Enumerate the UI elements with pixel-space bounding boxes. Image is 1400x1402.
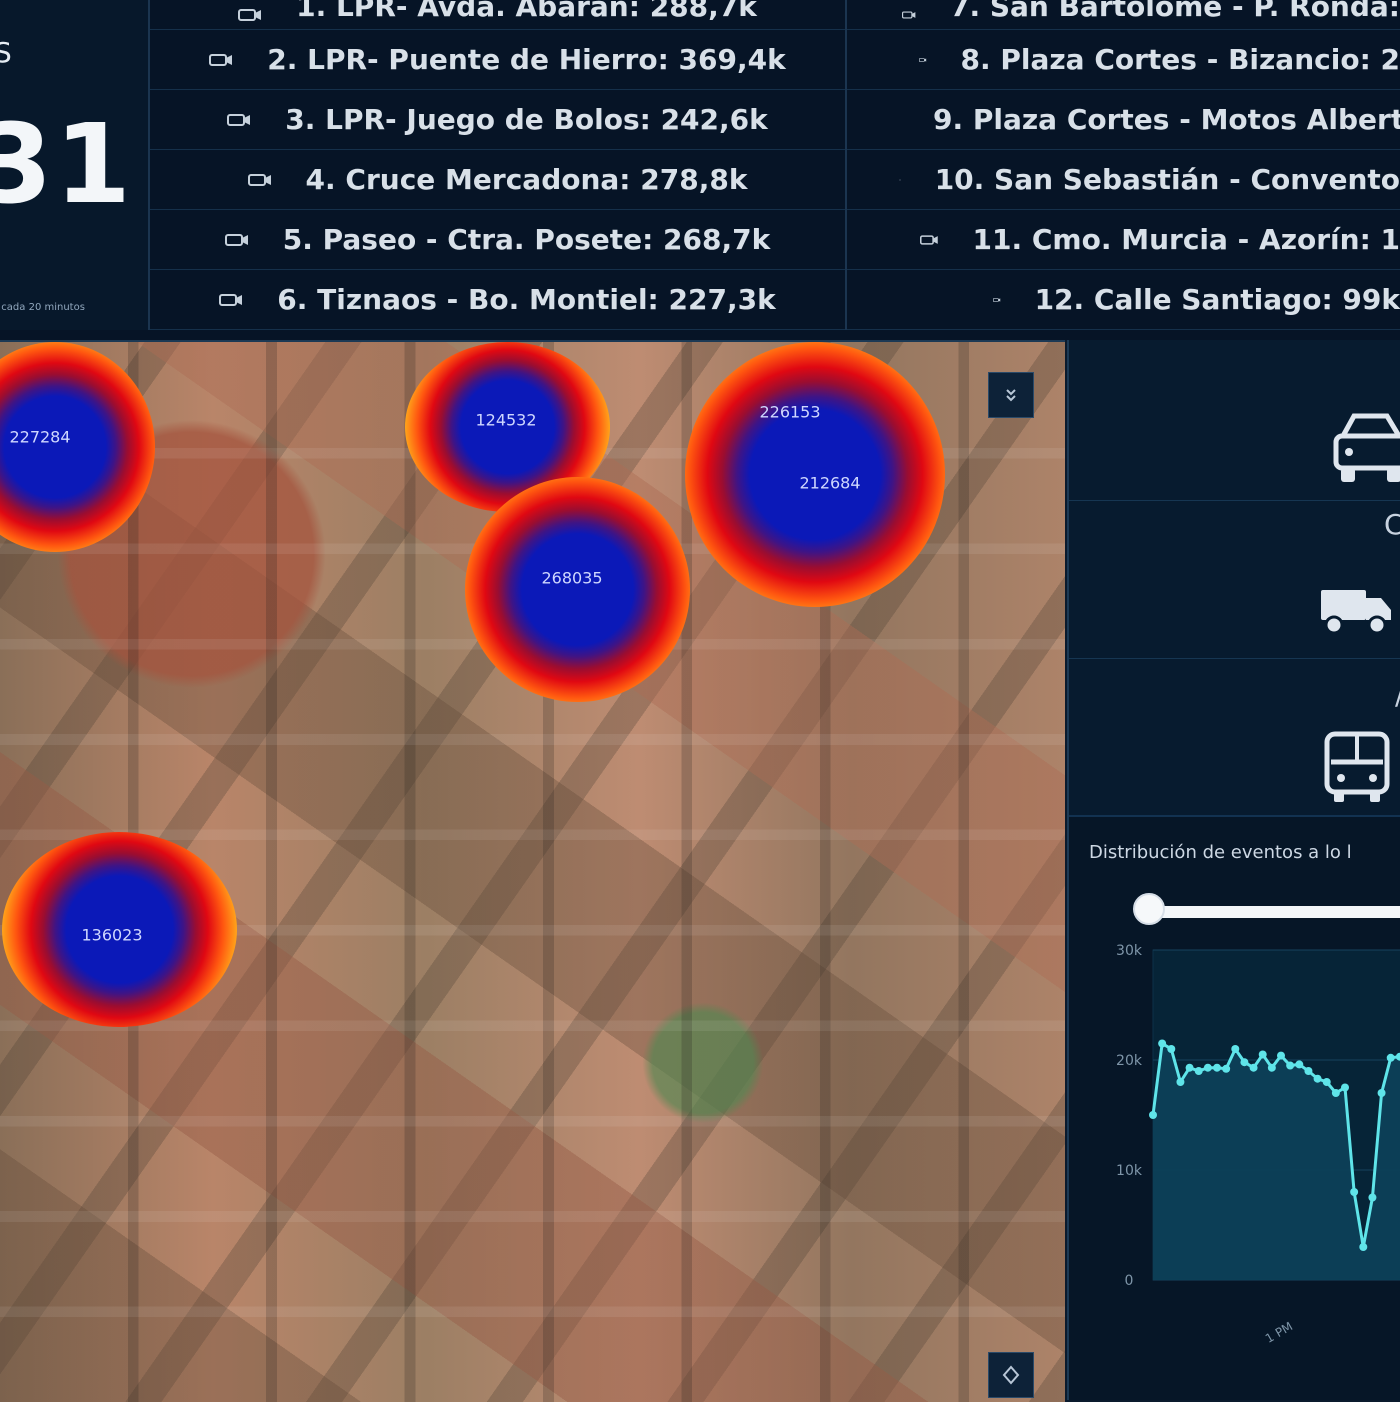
kpi-note: o cada 20 minutos	[0, 302, 85, 313]
camera-row[interactable]: 11. Cmo. Murcia - Azorín: 1	[847, 210, 1400, 270]
chevrons-icon	[1002, 386, 1020, 404]
series-point	[1359, 1243, 1367, 1251]
camera-list-left: 1. LPR- Avda. Abarán: 288,7k 2. LPR- Pue…	[150, 0, 847, 330]
camera-row[interactable]: 7. San Bartolomé - P. Ronda:	[847, 0, 1400, 30]
camera-label: 5. Paseo - Ctra. Posete: 268,7k	[283, 223, 770, 256]
camera-label: 10. San Sebastián - Convento	[935, 163, 1400, 196]
series-point	[1314, 1075, 1322, 1083]
camera-label: 3. LPR- Juego de Bolos: 242,6k	[285, 103, 768, 136]
camera-icon	[919, 52, 927, 68]
kpi-value: 31	[0, 100, 133, 228]
kpi-title: S	[0, 36, 12, 69]
series-point	[1204, 1064, 1212, 1072]
camera-row[interactable]: 10. San Sebastián - Convento	[847, 150, 1400, 210]
camera-row[interactable]: 1. LPR- Avda. Abarán: 288,7k	[150, 0, 845, 30]
series-point	[1378, 1089, 1386, 1097]
series-point	[1350, 1188, 1358, 1196]
bus-icon	[1321, 728, 1393, 806]
total-events-kpi: S 31 o cada 20 minutos	[0, 0, 150, 330]
series-point	[1332, 1089, 1340, 1097]
series-point	[1231, 1045, 1239, 1053]
y-tick-label: 30k	[1116, 943, 1143, 959]
series-point	[1167, 1045, 1175, 1053]
camera-label: 12. Calle Santiago: 99k	[1035, 283, 1400, 316]
vehicle-row-car: C	[1069, 340, 1400, 501]
camera-row[interactable]: 5. Paseo - Ctra. Posete: 268,7k	[150, 210, 845, 270]
camera-icon	[225, 232, 249, 248]
heatmap-map[interactable]: 227284 124532 268035 226153 212684 13602…	[0, 340, 1065, 1402]
x-tick-label: 1 PM	[1263, 1319, 1295, 1346]
time-range-slider[interactable]	[1135, 906, 1400, 918]
camera-icon	[248, 172, 272, 188]
series-point	[1268, 1064, 1276, 1072]
camera-row[interactable]: 2. LPR- Puente de Hierro: 369,4k	[150, 30, 845, 90]
heatmap-value: 227284	[9, 428, 70, 447]
series-point	[1304, 1067, 1312, 1075]
series-point	[1186, 1064, 1194, 1072]
heatmap-value: 212684	[799, 474, 860, 493]
vehicle-row-bus	[1069, 658, 1400, 815]
series-point	[1286, 1062, 1294, 1070]
camera-list-right: 7. San Bartolomé - P. Ronda: 8. Plaza Co…	[847, 0, 1400, 330]
camera-label: 4. Cruce Mercadona: 278,8k	[306, 163, 748, 196]
camera-icon	[238, 7, 262, 23]
series-point	[1250, 1064, 1258, 1072]
series-point	[1295, 1060, 1303, 1068]
camera-row[interactable]: 3. LPR- Juego de Bolos: 242,6k	[150, 90, 845, 150]
series-point	[1341, 1084, 1349, 1092]
chart-title: Distribución de eventos a lo l	[1089, 842, 1352, 863]
right-sidebar: C / Distribución de eventos a l	[1067, 340, 1400, 1400]
camera-label: 1. LPR- Avda. Abarán: 288,7k	[296, 0, 757, 23]
camera-row[interactable]: 8. Plaza Cortes - Bizancio: 2	[847, 30, 1400, 90]
series-point	[1323, 1078, 1331, 1086]
y-tick-label: 20k	[1116, 1053, 1143, 1069]
camera-icon	[227, 112, 251, 128]
car-icon	[1329, 402, 1400, 494]
series-point	[1213, 1064, 1221, 1072]
series-point	[1176, 1078, 1184, 1086]
series-point	[1158, 1040, 1166, 1048]
vehicle-row-truck: /	[1069, 500, 1400, 659]
camera-icon	[902, 7, 916, 23]
heatmap-value: 268035	[541, 569, 602, 588]
locate-button[interactable]	[988, 1352, 1034, 1398]
camera-row[interactable]: 12. Calle Santiago: 99k	[847, 270, 1400, 330]
camera-label: 6. Tiznaos - Bo. Montiel: 227,3k	[277, 283, 775, 316]
series-point	[1259, 1051, 1267, 1059]
heatmap-value: 124532	[475, 411, 536, 430]
camera-icon	[993, 292, 1001, 308]
series-point	[1387, 1054, 1395, 1062]
truck-icon	[1317, 586, 1395, 638]
series-point	[1195, 1067, 1203, 1075]
camera-icon	[920, 232, 939, 248]
camera-label: 9. Plaza Cortes - Motos Albert	[933, 103, 1400, 136]
series-point	[1222, 1065, 1230, 1073]
camera-icon	[219, 292, 243, 308]
y-tick-label: 0	[1125, 1273, 1134, 1289]
camera-row[interactable]: 4. Cruce Mercadona: 278,8k	[150, 150, 845, 210]
camera-label: 2. LPR- Puente de Hierro: 369,4k	[267, 43, 785, 76]
series-point	[1149, 1111, 1157, 1119]
time-range-slider-handle[interactable]	[1133, 893, 1165, 925]
y-tick-label: 10k	[1116, 1163, 1143, 1179]
compass-icon	[1001, 1365, 1021, 1385]
vehicle-types-panel: C /	[1069, 340, 1400, 817]
camera-label: 11. Cmo. Murcia - Azorín: 1	[973, 223, 1400, 256]
series-point	[1368, 1194, 1376, 1202]
camera-label: 7. San Bartolomé - P. Ronda:	[950, 0, 1400, 23]
heatmap-blob	[465, 477, 690, 702]
events-chart-panel: Distribución de eventos a lo l 30k 20k 10k…	[1069, 822, 1400, 1400]
series-point	[1240, 1058, 1248, 1066]
heatmap-value: 226153	[759, 403, 820, 422]
camera-icon	[209, 52, 233, 68]
camera-label: 8. Plaza Cortes - Bizancio: 2	[961, 43, 1400, 76]
heatmap-value: 136023	[81, 926, 142, 945]
camera-row[interactable]: 9. Plaza Cortes - Motos Albert	[847, 90, 1400, 150]
series-point	[1277, 1052, 1285, 1060]
map-collapse-button[interactable]	[988, 372, 1034, 418]
camera-icon	[899, 172, 901, 188]
top-panel: S 31 o cada 20 minutos 1. LPR- Avda. Aba…	[0, 0, 1400, 340]
camera-row[interactable]: 6. Tiznaos - Bo. Montiel: 227,3k	[150, 270, 845, 330]
